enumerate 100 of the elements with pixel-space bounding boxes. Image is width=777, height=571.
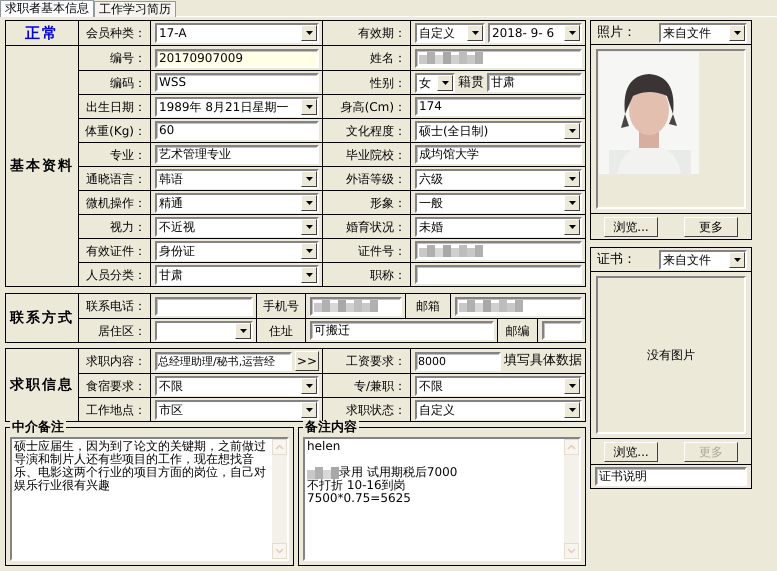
input-field[interactable]: 证书说明 xyxy=(595,467,747,486)
field-label: 证件号： xyxy=(323,239,411,262)
input-field[interactable] xyxy=(415,48,582,68)
dropdown[interactable]: 甘肃 xyxy=(155,264,319,284)
dropdown[interactable]: 市区 xyxy=(155,400,319,420)
field-label: 人员分类： xyxy=(79,263,151,286)
field-label: 证书： xyxy=(597,250,636,269)
dropdown[interactable]: 不限 xyxy=(155,376,319,396)
note-line: 7500*0.75=5625 xyxy=(307,492,411,505)
scrollbar[interactable] xyxy=(272,439,287,559)
caret-icon xyxy=(306,408,312,412)
caret-icon xyxy=(734,30,740,34)
input-field[interactable]: 20170907009 xyxy=(155,48,319,68)
dropdown[interactable]: 不近视 xyxy=(155,216,319,236)
expand-button[interactable]: >> xyxy=(294,351,319,371)
field-label: 视力： xyxy=(79,215,151,238)
field-label: 编码： xyxy=(79,71,151,94)
field-label: 邮编 xyxy=(498,319,538,342)
field-label: 职称： xyxy=(323,263,411,286)
input-field[interactable] xyxy=(542,321,582,340)
dropdown[interactable]: 不限 xyxy=(415,376,582,396)
text-area[interactable]: helen 录用 试用期税后7000 不打折 10-16到岗 7500*0.75=5625 xyxy=(303,437,581,561)
caret-icon xyxy=(568,224,576,228)
input-field[interactable] xyxy=(415,265,582,284)
caret-icon xyxy=(568,176,576,180)
field-label: 体重(Kg)： xyxy=(79,119,151,142)
tab[interactable]: 求职者基本信息 xyxy=(0,0,94,17)
input-field[interactable]: WSS xyxy=(155,73,319,92)
input-field[interactable]: 艺术管理专业 xyxy=(155,145,319,164)
panel-button[interactable]: 浏览... xyxy=(604,216,658,236)
tab[interactable]: 工作学习简历 xyxy=(94,1,176,17)
dropdown[interactable]: 来自文件 xyxy=(659,22,747,42)
field-label: 有效期： xyxy=(323,21,411,45)
caret-icon xyxy=(568,384,576,388)
empty-message: 没有图片 xyxy=(647,347,695,364)
caret-icon xyxy=(306,104,312,108)
field-label: 联系电话： xyxy=(79,294,151,318)
dropdown[interactable]: 未婚 xyxy=(415,216,582,236)
caret-icon xyxy=(306,31,312,35)
input-field[interactable]: 174 xyxy=(415,97,582,116)
caret-icon xyxy=(306,224,312,228)
input-field[interactable] xyxy=(455,296,582,316)
dropdown[interactable]: 自定义 xyxy=(415,23,485,43)
text-area[interactable]: 硕士应届生，因为到了论文的关键期，之前做过导演和制片人还有些项目的工作，现在想找音乐、电影这两个行业的项目方面的岗位，自己对娱乐行业很有兴趣 xyxy=(10,437,289,561)
field-label: 微机操作： xyxy=(79,191,151,214)
input-field[interactable] xyxy=(155,296,253,316)
dropdown[interactable]: 17-A xyxy=(155,23,319,43)
dropdown[interactable] xyxy=(155,320,253,340)
field-label: 形象： xyxy=(323,191,411,214)
field-label: 婚育状况： xyxy=(323,215,411,238)
dropdown[interactable]: 来自文件 xyxy=(659,250,747,270)
blurred-text-drawing xyxy=(419,52,483,64)
input-field[interactable]: 可搬迁 xyxy=(310,321,494,340)
field-label: 毕业院校： xyxy=(323,143,411,166)
caret-icon xyxy=(568,200,576,204)
field-label: 身高(Cm)： xyxy=(323,95,411,118)
field-label: 食宿要求： xyxy=(79,374,151,397)
panel-button[interactable]: 浏览... xyxy=(604,442,658,462)
caret-icon xyxy=(442,80,448,84)
field-label: 专业： xyxy=(79,143,151,166)
field-label: 出生日期： xyxy=(79,95,151,118)
caret-icon xyxy=(568,128,576,132)
panel-button[interactable]: 更多 xyxy=(684,216,738,236)
field-label: 姓名： xyxy=(323,46,411,70)
dropdown[interactable]: 2018- 9- 6 xyxy=(488,23,582,43)
section-heading: 联系方式 xyxy=(6,294,79,342)
dropdown[interactable]: 一般 xyxy=(415,192,582,212)
field-label: 编号： xyxy=(79,46,151,70)
input-field[interactable] xyxy=(310,296,402,316)
caret-icon xyxy=(306,248,312,252)
field-label: 邮箱 xyxy=(406,294,451,318)
field-label: 性别： xyxy=(323,71,411,94)
input-field[interactable]: 60 xyxy=(155,121,319,140)
section-heading: 基本资料 xyxy=(6,46,79,286)
field-label: 工资要求： xyxy=(323,349,411,373)
field-label: 居住区： xyxy=(79,319,151,342)
field-label: 会员种类： xyxy=(79,21,151,45)
caret-icon xyxy=(734,258,740,262)
field-label: 文化程度： xyxy=(323,119,411,142)
field-label: 填写具体数据 xyxy=(504,352,582,370)
blurred-text-drawing xyxy=(459,300,523,312)
field-label: 通晓语言： xyxy=(79,167,151,190)
dropdown[interactable]: 1989年 8月21日星期一 xyxy=(155,96,319,116)
input-field[interactable]: 总经理助理/秘书,运营经 xyxy=(155,352,292,370)
input-field[interactable]: 甘肃 xyxy=(487,73,582,92)
caret-icon xyxy=(472,31,478,35)
dropdown[interactable]: 女 xyxy=(415,72,455,92)
dropdown[interactable]: 六级 xyxy=(415,168,582,188)
dropdown[interactable]: 硕士(全日制) xyxy=(415,120,582,140)
input-field[interactable]: 8000 xyxy=(415,352,501,370)
dropdown[interactable]: 身份证 xyxy=(155,240,319,260)
scrollbar[interactable] xyxy=(564,439,579,559)
input-field[interactable] xyxy=(415,241,582,260)
field-label: 住址 xyxy=(257,319,306,342)
dropdown[interactable]: 韩语 xyxy=(155,168,319,188)
dropdown[interactable]: 自定义 xyxy=(415,400,582,420)
field-label: 手机号 xyxy=(257,294,306,318)
input-field[interactable]: 成均馆大学 xyxy=(415,145,582,164)
note-line: 录用 试用期税后7000 xyxy=(339,464,458,479)
dropdown[interactable]: 精通 xyxy=(155,192,319,212)
